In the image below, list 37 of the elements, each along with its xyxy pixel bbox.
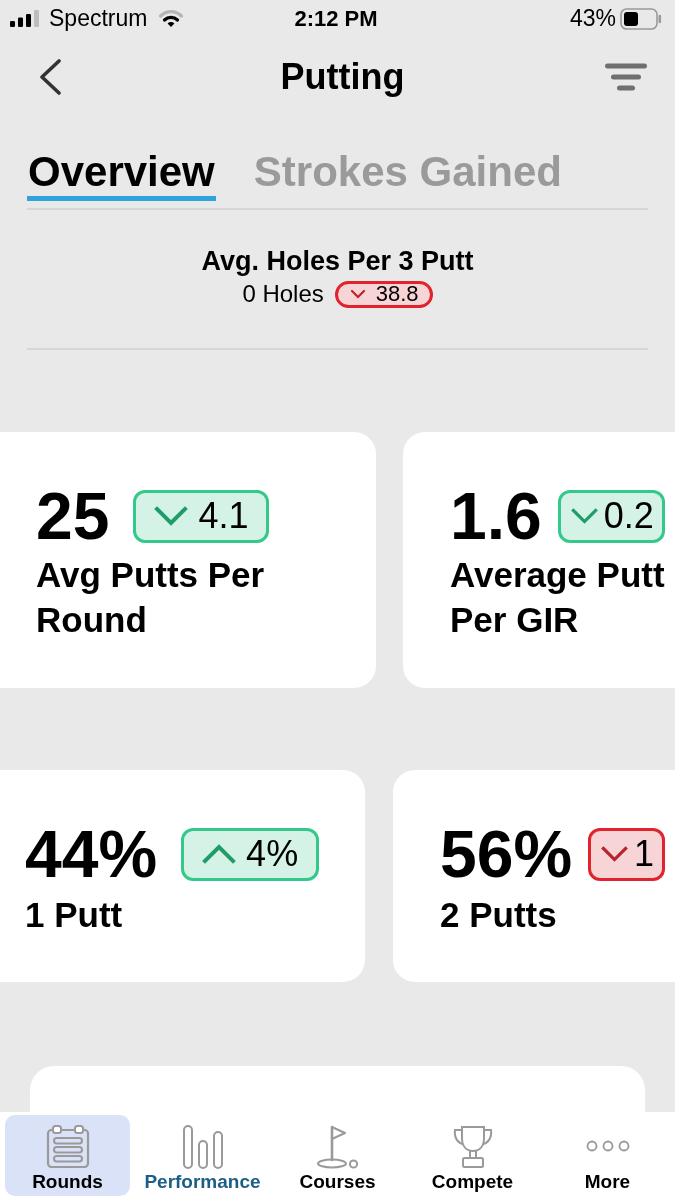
back-icon[interactable] <box>38 59 62 95</box>
stat-label: Avg Putts Per Round <box>36 554 266 642</box>
stat-value: 0 Holes <box>242 279 324 309</box>
stat-value: 25 <box>36 483 110 550</box>
tab-bar-item[interactable]: Performance <box>140 1115 265 1196</box>
signal-icon <box>10 10 40 28</box>
wifi-icon <box>158 9 185 29</box>
page-title: Putting <box>280 57 405 97</box>
filter-icon[interactable] <box>605 63 647 91</box>
carrier-name: Spectrum <box>49 6 148 32</box>
tab-bar-item[interactable]: Courses <box>275 1115 400 1196</box>
tab-bar-item[interactable]: More <box>545 1115 670 1196</box>
bar-chart-icon <box>180 1124 225 1170</box>
tab-bar-item[interactable]: Compete <box>410 1115 535 1196</box>
stat-title: Avg. Holes Per 3 Putt <box>201 245 474 278</box>
change-value: 1 <box>634 836 655 873</box>
battery-icon <box>620 8 662 30</box>
segment-tab[interactable]: Overview <box>27 148 216 202</box>
change-value: 4% <box>246 836 299 873</box>
battery-percent: 43% <box>569 6 616 32</box>
stat-value: 1.6 <box>450 483 542 550</box>
stat-card[interactable]: 1.6 0.2 Average Putt Per GIR <box>403 432 675 689</box>
change-value: 38.8 <box>375 283 419 306</box>
clock-time: 2:12 PM <box>294 6 378 32</box>
change-value: 4.1 <box>198 498 249 535</box>
stat-label: Average Putt Per GIR <box>450 554 666 642</box>
stat-card[interactable]: 44% 4% 1 Putt <box>0 770 365 983</box>
tab-bar-item[interactable]: Rounds <box>5 1115 130 1196</box>
more-icon <box>585 1139 630 1153</box>
stat-value: 44% <box>25 821 158 888</box>
change-value: 0.2 <box>603 498 654 535</box>
stat-value: 56% <box>440 821 573 888</box>
stat-label: 2 Putts <box>440 894 558 937</box>
stat-card[interactable]: 56% 1 2 Putts <box>393 770 675 983</box>
stat-card[interactable]: 25 4.1 Avg Putts Per Round <box>0 432 376 689</box>
golf-flag-icon <box>314 1124 361 1170</box>
stat-label: 1 Putt <box>25 894 124 937</box>
